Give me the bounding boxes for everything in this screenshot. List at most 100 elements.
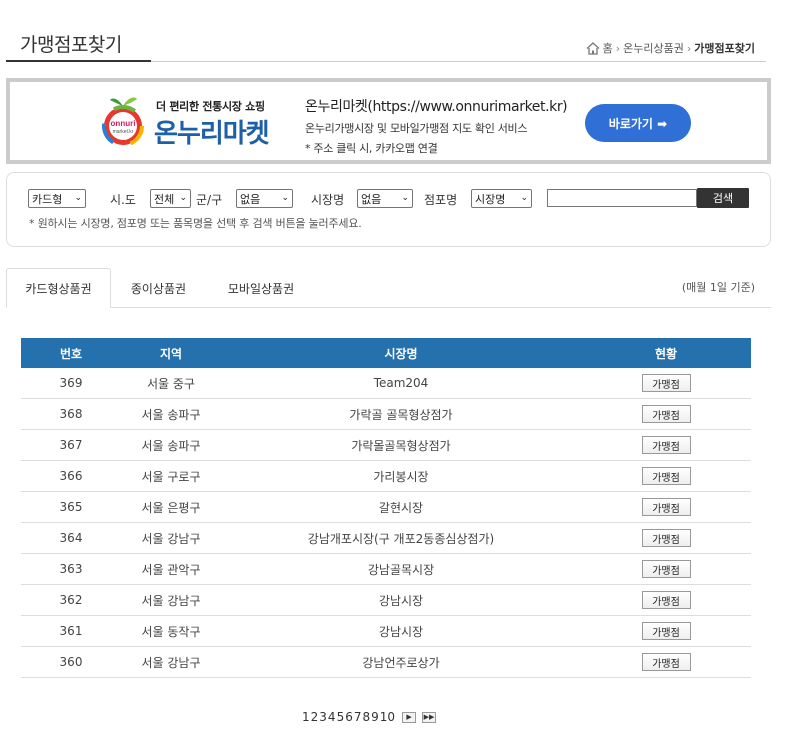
status-cell: 가맹점 — [581, 647, 751, 677]
table-row: 369 서울 중구 Team204 가맹점 — [21, 368, 751, 399]
status-cell: 가맹점 — [581, 523, 751, 553]
tab-card[interactable]: 카드형상품권 — [6, 268, 111, 308]
breadcrumb-home[interactable]: 홈 — [603, 40, 613, 56]
row-region: 서울 강남구 — [141, 655, 201, 670]
table-row: 362 서울 강남구 강남시장 가맹점 — [21, 585, 751, 616]
row-region: 서울 구로구 — [141, 469, 201, 484]
tab-paper[interactable]: 종이상품권 — [111, 268, 206, 308]
page-link-7[interactable]: 7 — [354, 710, 362, 724]
market-value: 없음 — [361, 192, 382, 206]
chevron-down-icon: ⌄ — [520, 193, 528, 203]
go-button[interactable]: 바로가기 ➡ — [585, 104, 691, 142]
store-list-button[interactable]: 가맹점 — [641, 405, 691, 423]
breadcrumb: 홈 › 온누리상품권 › 가맹점포찾기 — [586, 40, 755, 56]
monthly-note: (매월 1일 기준) — [681, 281, 755, 294]
store-list-button[interactable]: 가맹점 — [641, 436, 691, 454]
row-region: 서울 송파구 — [141, 438, 201, 453]
page-link-4[interactable]: 4 — [328, 710, 336, 724]
store-select[interactable]: 시장명 ⌄ — [471, 189, 532, 208]
gungu-label: 군/구 — [196, 193, 223, 207]
row-no: 368 — [59, 407, 83, 421]
sido-select[interactable]: 전체 ⌄ — [150, 189, 191, 208]
banner-url: 온누리마켓(https://www.onnurimarket.kr) — [305, 99, 568, 115]
home-icon[interactable] — [586, 41, 600, 55]
store-list-button[interactable]: 가맹점 — [641, 529, 691, 547]
row-market: 강남시장 — [378, 624, 424, 639]
column-header-region: 지역 — [159, 346, 183, 361]
chevron-down-icon: ⌄ — [179, 193, 187, 203]
row-region: 서울 중구 — [147, 376, 195, 391]
page-link-10[interactable]: 10 — [380, 710, 395, 724]
store-list-button[interactable]: 가맹점 — [641, 374, 691, 392]
page-link-6[interactable]: 6 — [345, 710, 353, 724]
onnuri-logo-icon: onnuri market.kr — [102, 97, 144, 146]
row-market: 강남골목시장 — [367, 562, 435, 577]
row-no: 360 — [59, 655, 83, 669]
page-link-1[interactable]: 1 — [302, 710, 310, 724]
chevron-right-icon: › — [686, 41, 692, 55]
store-list-button[interactable]: 가맹점 — [641, 560, 691, 578]
row-market: 강남시장 — [378, 593, 424, 608]
pagination: 1 2 3 4 5 6 7 8 9 10 ▶ ▶▶ — [302, 710, 437, 724]
row-no: 361 — [59, 624, 83, 638]
table-row: 360 서울 강남구 강남언주로상가 가맹점 — [21, 647, 751, 678]
store-list-button[interactable]: 가맹점 — [641, 591, 691, 609]
row-no: 365 — [59, 500, 83, 514]
logo-name: 온누리마켓 — [154, 119, 270, 149]
status-cell: 가맹점 — [581, 368, 751, 398]
market-select[interactable]: 없음 ⌄ — [357, 189, 413, 208]
row-no: 362 — [59, 593, 83, 607]
tab-mobile[interactable]: 모바일상품권 — [206, 268, 316, 308]
sido-value: 전체 — [154, 192, 175, 206]
search-button[interactable]: 검색 — [697, 188, 749, 208]
onnuri-market-banner[interactable]: onnuri market.kr 더 편리한 전통시장 쇼핑 온누리마켓 온누리… — [6, 78, 771, 164]
page-title: 가맹점포찾기 — [20, 34, 122, 56]
search-input[interactable] — [547, 189, 697, 207]
store-list-button[interactable]: 가맹점 — [641, 498, 691, 516]
status-cell: 가맹점 — [581, 430, 751, 460]
last-page-icon[interactable]: ▶▶ — [422, 711, 437, 723]
table-row: 361 서울 동작구 강남시장 가맹점 — [21, 616, 751, 647]
column-header-status: 현황 — [654, 346, 678, 361]
market-label: 시장명 — [311, 193, 345, 207]
status-cell: 가맹점 — [581, 585, 751, 615]
logo-tagline: 더 편리한 전통시장 쇼핑 — [156, 100, 265, 113]
page-link-2[interactable]: 2 — [311, 710, 319, 724]
chevron-down-icon: ⌄ — [281, 193, 289, 203]
chevron-right-icon: › — [615, 41, 621, 55]
status-cell: 가맹점 — [581, 554, 751, 584]
table-row: 365 서울 은평구 갈현시장 가맹점 — [21, 492, 751, 523]
row-market: 가락몰골목형상점가 — [351, 438, 451, 453]
store-list-button[interactable]: 가맹점 — [641, 467, 691, 485]
store-table: 번호 지역 시장명 현황 369 서울 중구 Team204 가맹점 368 서… — [21, 338, 751, 678]
page-link-9[interactable]: 9 — [371, 710, 379, 724]
row-region: 서울 송파구 — [141, 407, 201, 422]
row-market: 갈현시장 — [378, 500, 424, 515]
title-underline — [6, 60, 151, 62]
next-page-icon[interactable]: ▶ — [402, 711, 417, 723]
table-header: 번호 지역 시장명 현황 — [21, 338, 751, 368]
page-link-5[interactable]: 5 — [337, 710, 345, 724]
status-cell: 가맹점 — [581, 492, 751, 522]
banner-note: * 주소 클릭 시, 카카오맵 연결 — [305, 142, 438, 155]
page-link-8[interactable]: 8 — [362, 710, 370, 724]
row-region: 서울 강남구 — [141, 531, 201, 546]
row-region: 서울 은평구 — [141, 500, 201, 515]
card-type-select[interactable]: 카드형 ⌄ — [28, 189, 86, 208]
store-list-button[interactable]: 가맹점 — [641, 653, 691, 671]
table-row: 363 서울 관악구 강남골목시장 가맹점 — [21, 554, 751, 585]
row-no: 363 — [59, 562, 83, 576]
breadcrumb-onnuri[interactable]: 온누리상품권 — [623, 40, 684, 56]
gungu-value: 없음 — [240, 192, 261, 206]
store-value: 시장명 — [475, 192, 506, 206]
store-list-button[interactable]: 가맹점 — [641, 622, 691, 640]
row-market: 가리봉시장 — [373, 469, 429, 484]
chevron-down-icon: ⌄ — [74, 193, 82, 203]
gungu-select[interactable]: 없음 ⌄ — [236, 189, 293, 208]
page-link-3[interactable]: 3 — [319, 710, 327, 724]
svg-text:market.kr: market.kr — [113, 129, 134, 135]
row-market: 강남개포시장(구 개포2동종심상점가) — [307, 531, 495, 546]
row-no: 367 — [59, 438, 83, 452]
row-region: 서울 강남구 — [141, 593, 201, 608]
status-cell: 가맹점 — [581, 399, 751, 429]
